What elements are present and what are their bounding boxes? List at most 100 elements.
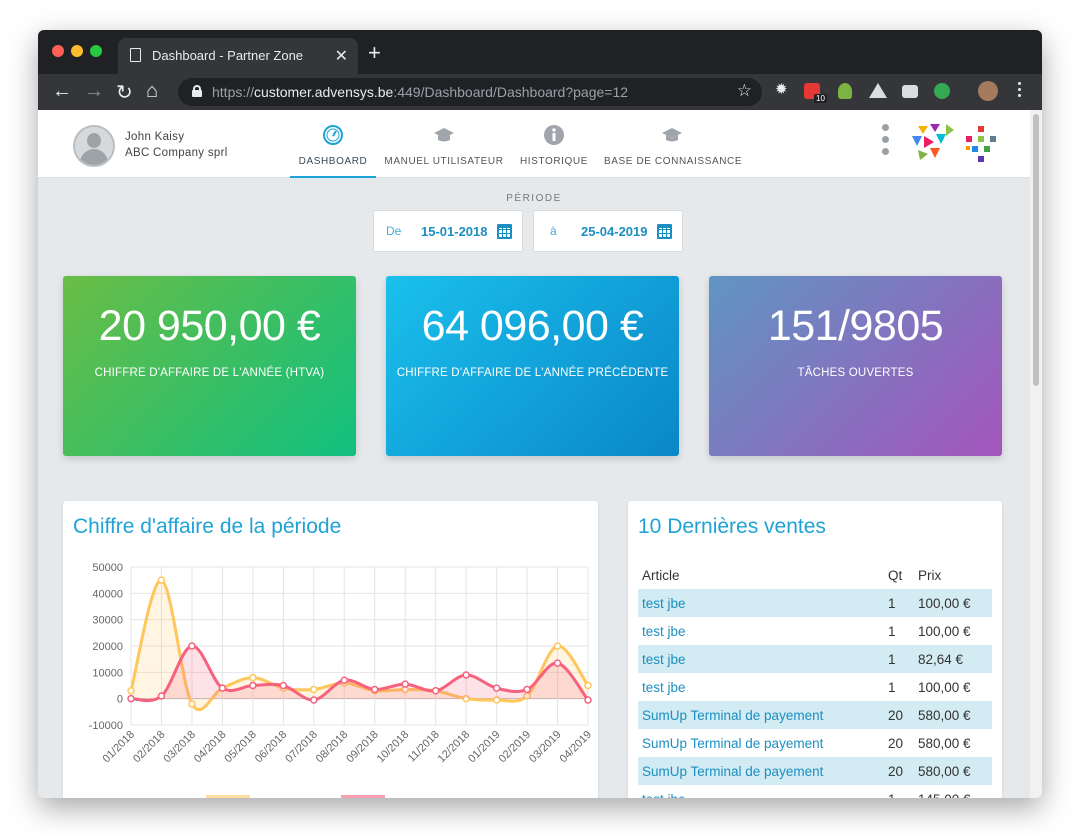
reload-icon[interactable]: ↻ [116, 80, 133, 105]
nav-base-de-connaissance[interactable]: BASE DE CONNAISSANCE [604, 110, 742, 178]
camera-icon[interactable] [902, 85, 918, 98]
article-link[interactable]: SumUp Terminal de payement [638, 757, 884, 785]
tab-strip: Dashboard - Partner Zone ✕ + [38, 30, 1042, 74]
date-from-value[interactable]: 15-01-2018 [421, 224, 488, 239]
page-content: John Kaisy ABC Company sprl DASHBOARD MA… [38, 110, 1030, 798]
data-point [279, 681, 288, 690]
date-from-field[interactable]: De 15-01-2018 [373, 210, 523, 252]
qty-cell: 1 [888, 679, 896, 695]
price-cell: 580,00 € [914, 701, 992, 729]
nav-historique[interactable]: HISTORIQUE [518, 110, 590, 178]
qty-cell: 20 [888, 735, 904, 751]
nav-dashboard[interactable]: DASHBOARD [290, 110, 376, 178]
table-row[interactable]: test jbe 1 100,00 € [638, 617, 992, 645]
table-row[interactable]: test jbe 1 100,00 € [638, 673, 992, 701]
new-tab-button[interactable]: + [368, 40, 381, 66]
user-company: ABC Company sprl [125, 147, 228, 159]
data-point [157, 692, 166, 700]
gear-extension-icon[interactable]: ✹ [775, 80, 791, 98]
revenue-chart-card: Chiffre d'affaire de la période 50000 400… [63, 501, 598, 798]
scrollbar-thumb[interactable] [1033, 114, 1039, 386]
data-point [188, 700, 196, 708]
date-from-label: De [386, 224, 402, 238]
profile-avatar[interactable] [978, 81, 998, 101]
date-to-value[interactable]: 25-04-2019 [581, 224, 648, 239]
kpi-revenue-previous-year: 64 096,00 € CHIFFRE D'AFFAIRE DE L'ANNÉE… [386, 276, 679, 456]
sales-table: Article Qt Prix test jbe 1 100,00 € test j… [638, 561, 992, 798]
data-point [553, 642, 562, 650]
table-row[interactable]: SumUp Terminal de payement 20 580,00 € [638, 757, 992, 785]
data-point [218, 684, 227, 692]
y-tick-label: 40000 [92, 588, 123, 600]
data-point [401, 680, 409, 688]
table-row[interactable]: SumUp Terminal de payement 20 580,00 € [638, 729, 992, 757]
sales-card: 10 Dernières ventes Article Qt Prix test… [628, 501, 1002, 798]
nav-label: DASHBOARD [298, 156, 368, 167]
user-name: John Kaisy [125, 131, 185, 143]
data-point [523, 685, 531, 694]
address-bar[interactable]: https://customer.advensys.be:449/Dashboa… [178, 78, 762, 106]
x-tick-label: 08/2018 [314, 729, 351, 766]
x-tick-label: 09/2018 [344, 729, 381, 766]
article-link[interactable]: test jbe [638, 645, 884, 673]
browser-window: Dashboard - Partner Zone ✕ + ← → ↻ ⌂ htt… [38, 30, 1042, 798]
qty-cell: 1 [884, 645, 914, 673]
minimize-window-button[interactable] [71, 45, 83, 57]
article-link[interactable]: SumUp Terminal de payement [638, 729, 884, 757]
y-tick-label: 10000 [92, 667, 123, 679]
x-tick-label: 03/2019 [527, 729, 564, 766]
nav-manuel-utilisateur[interactable]: MANUEL UTILISATEUR [383, 110, 505, 178]
kpi-revenue-year: 20 950,00 € CHIFFRE D'AFFAIRE DE L'ANNÉE… [63, 276, 356, 456]
user-avatar[interactable] [73, 125, 115, 167]
article-link[interactable]: test jbe [638, 589, 884, 617]
kpi-value: 151/9805 [767, 302, 944, 350]
chart-title: Chiffre d'affaire de la période [73, 515, 342, 538]
calendar-icon[interactable] [657, 224, 672, 239]
header-menu-icon[interactable] [882, 124, 889, 160]
back-icon[interactable]: ← [52, 80, 72, 103]
data-point [370, 685, 379, 694]
android-icon[interactable] [838, 83, 852, 99]
calendar-icon[interactable] [497, 224, 512, 239]
article-link[interactable]: test jbe [638, 617, 884, 645]
article-link[interactable]: test jbe [638, 673, 884, 701]
forward-icon[interactable]: → [84, 80, 104, 103]
sync-icon[interactable] [934, 83, 950, 99]
y-tick-label: 30000 [92, 615, 123, 627]
page-scrollbar[interactable] [1030, 110, 1042, 798]
brand-logo-icon [912, 124, 954, 160]
price-cell: 82,64 € [914, 645, 992, 673]
data-point [310, 696, 318, 704]
extension-badge: 10 [814, 94, 827, 103]
article-link[interactable]: SumUp Terminal de payement [638, 701, 884, 729]
maximize-window-button[interactable] [90, 45, 102, 57]
data-point [431, 687, 440, 695]
date-to-label: à [550, 224, 557, 238]
data-point [462, 671, 470, 679]
table-row[interactable]: test jbe 1 100,00 € [638, 589, 992, 617]
x-tick-label: 04/2019 [558, 729, 595, 766]
data-point [157, 576, 166, 584]
table-row[interactable]: test jbe1145,00 € [638, 785, 992, 799]
table-row[interactable]: test jbe 1 82,64 € [638, 645, 992, 673]
period-label: PÉRIODE [506, 193, 562, 204]
browser-tab[interactable]: Dashboard - Partner Zone ✕ [118, 38, 358, 74]
y-tick-label: 0 [117, 694, 123, 706]
close-window-button[interactable] [52, 45, 64, 57]
date-to-field[interactable]: à 25-04-2019 [533, 210, 683, 252]
url-text[interactable]: https://customer.advensys.be:449/Dashboa… [212, 84, 628, 100]
x-tick-label: 12/2018 [436, 729, 473, 766]
x-tick-label: 06/2018 [253, 729, 290, 766]
qty-cell: 1 [884, 589, 914, 617]
nav-label: HISTORIQUE [519, 156, 589, 167]
bookmark-star-icon[interactable]: ☆ [737, 81, 752, 101]
chrome-menu-icon[interactable] [1018, 82, 1022, 100]
kpi-value: 64 096,00 € [421, 302, 644, 350]
page-icon [130, 48, 141, 62]
article-link[interactable]: test jbe [638, 785, 884, 799]
home-icon[interactable]: ⌂ [146, 80, 158, 103]
drive-icon[interactable] [869, 83, 887, 98]
close-tab-icon[interactable]: ✕ [335, 46, 348, 66]
table-row[interactable]: SumUp Terminal de payement 20 580,00 € [638, 701, 992, 729]
app-header: John Kaisy ABC Company sprl DASHBOARD MA… [38, 110, 1030, 178]
